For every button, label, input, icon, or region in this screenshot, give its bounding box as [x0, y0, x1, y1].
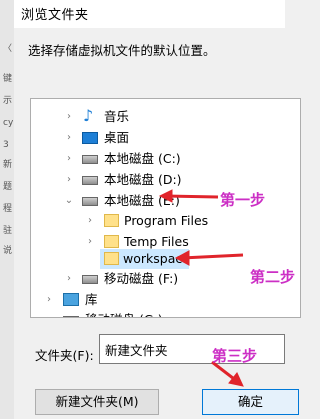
dialog-prompt: 选择存储虚拟机文件的默认位置。	[28, 43, 216, 58]
annotation-step3: 第三步	[212, 347, 258, 365]
chevron-right-icon[interactable]: ›	[64, 175, 74, 185]
folder-icon	[104, 235, 119, 248]
strip-char: 示	[3, 96, 13, 106]
drive-icon	[82, 176, 98, 185]
tree-item-label: 音乐	[104, 109, 130, 124]
desktop-icon	[82, 132, 98, 144]
annotation-step1: 第一步	[220, 191, 266, 209]
chevron-down-icon[interactable]: ⌄	[64, 196, 74, 206]
drive-icon	[82, 197, 98, 206]
chevron-right-icon[interactable]: ›	[64, 133, 74, 143]
chevron-right-icon[interactable]: ›	[64, 274, 74, 284]
tree-item-label: 本地磁盘 (E:)	[104, 193, 180, 208]
tree-item-label: 桌面	[104, 130, 130, 145]
folder-icon	[104, 214, 119, 227]
background-window-strip: 〈 键 示 cy 3 新 题 程 驻 说	[0, 0, 15, 419]
strip-char: 新	[3, 160, 13, 170]
tree-item-libraries[interactable]: › 库	[31, 290, 300, 310]
ok-button[interactable]: 确定	[202, 389, 299, 415]
annotation-step2: 第二步	[250, 268, 296, 286]
tree-item-drive-g[interactable]: › 移动磁盘 (G:)	[31, 310, 300, 318]
strip-char: 键	[3, 74, 13, 84]
strip-char: 驻	[3, 226, 13, 236]
strip-char: 程	[3, 204, 13, 214]
tree-item-label: 移动磁盘 (F:)	[104, 271, 179, 286]
tree-item-label: Program Files	[124, 213, 209, 228]
drive-icon	[82, 275, 98, 284]
chevron-right-icon[interactable]: ›	[44, 295, 54, 305]
drive-icon	[82, 155, 98, 164]
tree-item-label: workspace	[123, 251, 190, 266]
folder-name-input[interactable]	[99, 334, 285, 364]
tree-item-music[interactable]: › ♪ 音乐	[31, 107, 300, 127]
strip-char: 3	[3, 140, 9, 150]
chevron-right-icon[interactable]: ›	[64, 154, 74, 164]
tree-item-desktop[interactable]: › 桌面	[31, 128, 300, 148]
folder-field-label: 文件夹(F):	[35, 348, 94, 363]
title-bar[interactable]: 浏览文件夹	[14, 0, 285, 28]
drive-icon	[63, 316, 79, 317]
new-folder-button[interactable]: 新建文件夹(M)	[35, 389, 159, 415]
tree-item-drive-c[interactable]: › 本地磁盘 (C:)	[31, 149, 300, 169]
chevron-right-icon[interactable]: ›	[85, 216, 95, 226]
tree-item-label: 本地磁盘 (C:)	[104, 151, 181, 166]
music-icon: ♪	[83, 106, 94, 125]
tree-item-workspace[interactable]: workspace	[100, 249, 190, 269]
tree-item-label: 本地磁盘 (D:)	[104, 172, 182, 187]
tree-item-label: 库	[85, 292, 98, 307]
tree-item-program-files[interactable]: › Program Files	[31, 211, 300, 231]
chevron-right-icon[interactable]: ›	[64, 112, 74, 122]
strip-char: 〈	[3, 44, 13, 54]
strip-char: 题	[3, 182, 13, 192]
chevron-right-icon[interactable]: ›	[85, 237, 95, 247]
dialog-title: 浏览文件夹	[21, 8, 89, 23]
strip-char: cy	[3, 118, 14, 128]
chevron-right-icon[interactable]: ›	[44, 315, 54, 318]
tree-item-label: 移动磁盘 (G:)	[85, 310, 163, 317]
tree-item-drive-d[interactable]: › 本地磁盘 (D:)	[31, 170, 300, 190]
folder-icon	[104, 252, 119, 265]
library-icon	[63, 293, 79, 306]
strip-char: 说	[3, 246, 13, 256]
